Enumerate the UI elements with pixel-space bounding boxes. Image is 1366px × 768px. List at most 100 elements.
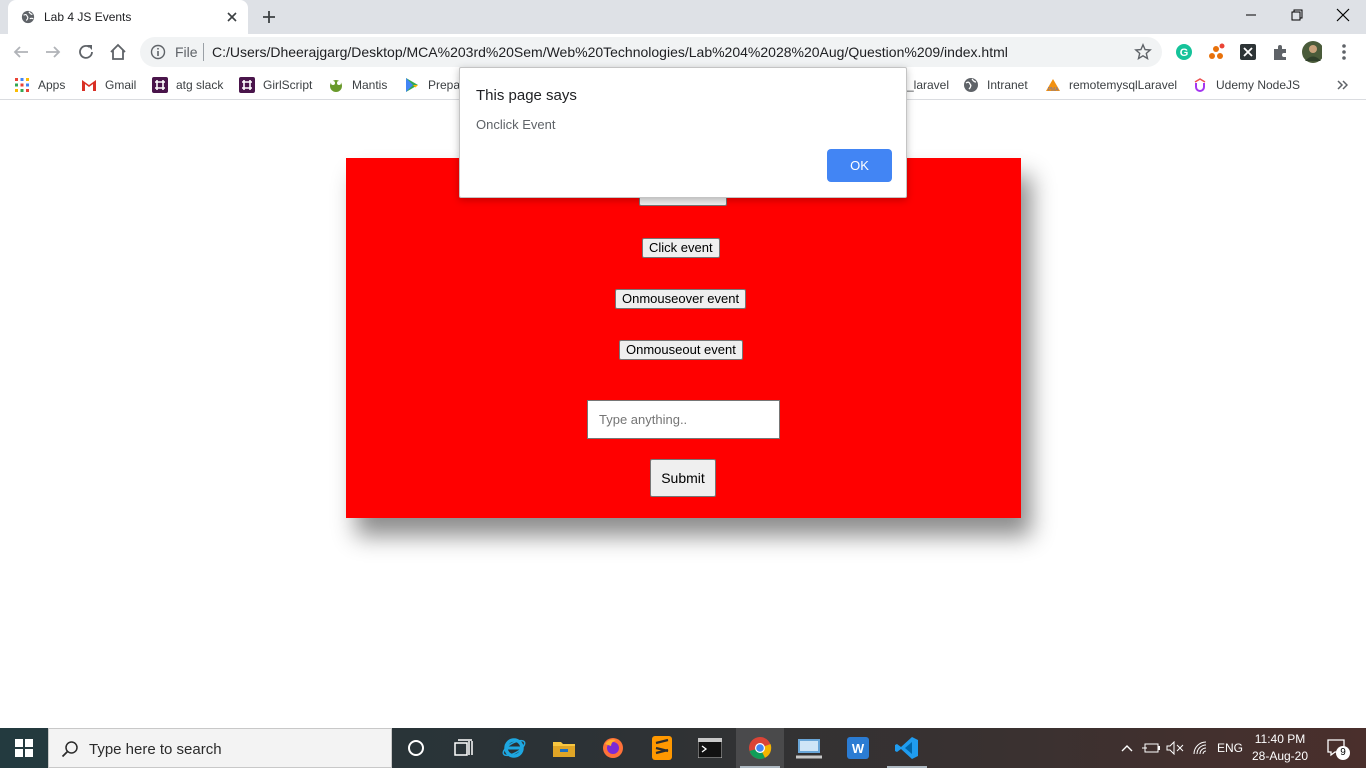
browser-tab[interactable]: Lab 4 JS Events xyxy=(8,0,248,34)
taskbar-search-box[interactable]: Type here to search xyxy=(48,728,392,768)
slack-icon xyxy=(239,77,255,93)
taskbar-chrome[interactable] xyxy=(736,728,784,768)
folder-icon xyxy=(553,742,575,757)
chevron-double-right-icon xyxy=(1337,80,1348,90)
gmail-icon xyxy=(82,80,96,91)
bookmark-girlscript[interactable]: GirlScript xyxy=(239,76,312,94)
address-separator xyxy=(203,43,204,61)
taskbar-sublime-text[interactable] xyxy=(638,728,686,768)
svg-text:W: W xyxy=(852,741,865,756)
bookmark-mantis[interactable]: Mantis xyxy=(328,76,387,94)
system-clock[interactable]: 11:40 PM 28-Aug-20 xyxy=(1246,731,1314,765)
menu-kebab-icon[interactable] xyxy=(1334,42,1354,62)
cortana-button[interactable] xyxy=(392,728,440,768)
battery-plug-icon xyxy=(1142,743,1160,753)
new-tab-icon[interactable] xyxy=(260,8,278,26)
search-placeholder: Type here to search xyxy=(89,741,222,758)
globe-icon xyxy=(21,10,35,24)
reload-icon[interactable] xyxy=(76,42,96,62)
close-window-button[interactable] xyxy=(1320,0,1366,30)
mantis-icon xyxy=(330,80,342,92)
onmouseover-event-button[interactable]: Onmouseover event xyxy=(615,289,747,309)
taskbar-vscode[interactable] xyxy=(883,728,931,768)
internet-explorer-icon xyxy=(502,738,526,758)
taskbar-terminal[interactable] xyxy=(686,728,734,768)
profile-avatar[interactable] xyxy=(1302,41,1322,63)
battery-status[interactable] xyxy=(1140,728,1162,768)
start-button[interactable] xyxy=(0,728,48,768)
svg-text:G: G xyxy=(1180,47,1189,59)
bookmark-laravel[interactable]: _laravel xyxy=(907,76,949,94)
bookmark-atg-slack[interactable]: atg slack xyxy=(152,76,223,94)
bookmark-star-icon[interactable] xyxy=(1134,43,1152,61)
back-arrow-icon[interactable] xyxy=(11,42,31,62)
close-icon xyxy=(1336,8,1350,22)
chevron-up-icon xyxy=(1121,745,1133,752)
globe-icon xyxy=(964,78,978,92)
share-extension-icon[interactable] xyxy=(1206,42,1226,62)
clock-date: 28-Aug-20 xyxy=(1251,749,1309,763)
tab-strip: Lab 4 JS Events xyxy=(0,0,1366,34)
onmouseout-event-button[interactable]: Onmouseout event xyxy=(619,340,743,360)
slack-icon xyxy=(152,77,168,93)
input-language[interactable]: ENG xyxy=(1214,728,1246,768)
bookmark-remotemysqllaravel[interactable]: PMA remotemysqlLaravel xyxy=(1045,76,1177,94)
bookmark-udemy-nodejs[interactable]: Udemy NodeJS xyxy=(1192,76,1300,94)
volume-control[interactable] xyxy=(1164,728,1186,768)
remote-desktop-icon xyxy=(796,739,822,759)
search-icon xyxy=(61,741,78,758)
show-hidden-icons[interactable] xyxy=(1118,728,1136,768)
grammarly-extension-icon[interactable]: G xyxy=(1174,42,1194,62)
bookmark-label: GirlScript xyxy=(263,78,313,92)
taskbar-remote-desktop[interactable] xyxy=(785,728,833,768)
bookmark-label: remotemysqlLaravel xyxy=(1069,78,1178,92)
phpmyadmin-icon: PMA xyxy=(1046,79,1060,93)
tab-title: Lab 4 JS Events xyxy=(44,10,132,24)
bookmark-label: Intranet xyxy=(987,78,1028,92)
taskbar-file-explorer[interactable] xyxy=(540,728,588,768)
info-icon[interactable] xyxy=(150,44,166,60)
taskbar-internet-explorer[interactable] xyxy=(490,728,538,768)
click-event-button[interactable]: Click event xyxy=(642,238,720,258)
minimize-button[interactable] xyxy=(1228,0,1274,30)
volume-muted-icon xyxy=(1166,741,1184,755)
dialog-message: Onclick Event xyxy=(476,117,556,132)
apps-grid-icon xyxy=(15,78,29,92)
close-tab-icon[interactable] xyxy=(224,9,240,25)
bookmark-label: Mantis xyxy=(352,78,388,92)
security-label: File xyxy=(175,44,198,60)
network-status[interactable] xyxy=(1190,728,1212,768)
sublime-text-icon xyxy=(652,736,672,760)
wifi-icon xyxy=(1193,741,1207,755)
text-input[interactable] xyxy=(587,400,780,439)
bookmark-label: Gmail xyxy=(105,78,137,92)
bookmark-prepa[interactable]: Prepa xyxy=(404,76,460,94)
play-icon xyxy=(406,78,418,92)
terminal-icon xyxy=(698,738,722,758)
url-text[interactable]: C:/Users/Dheerajgarg/Desktop/MCA%203rd%2… xyxy=(212,44,1008,60)
task-view-button[interactable] xyxy=(440,728,488,768)
taskbar-firefox[interactable] xyxy=(589,728,637,768)
bookmark-gmail[interactable]: Gmail xyxy=(81,76,136,94)
alert-dialog: This page says Onclick Event OK xyxy=(459,67,907,198)
address-bar[interactable]: File C:/Users/Dheerajgarg/Desktop/MCA%20… xyxy=(140,37,1162,67)
bookmark-label: Udemy NodeJS xyxy=(1216,78,1301,92)
forward-arrow-icon[interactable] xyxy=(43,42,63,62)
dialog-title: This page says xyxy=(476,87,577,104)
excel-extension-icon[interactable] xyxy=(1238,42,1258,62)
bookmark-label: Prepa xyxy=(428,78,461,92)
bookmark-label: atg slack xyxy=(176,78,224,92)
notification-badge: 9 xyxy=(1336,746,1350,760)
windows-logo-icon xyxy=(15,739,33,757)
home-icon[interactable] xyxy=(108,42,128,62)
extensions-puzzle-icon[interactable] xyxy=(1270,42,1290,62)
cortana-circle-icon xyxy=(408,740,424,756)
bookmark-intranet[interactable]: Intranet xyxy=(963,76,1028,94)
bookmark-apps[interactable]: Apps xyxy=(14,76,65,94)
restore-button[interactable] xyxy=(1274,0,1320,30)
taskbar-wps-writer[interactable]: W xyxy=(834,728,882,768)
dialog-ok-button[interactable]: OK xyxy=(827,149,892,182)
action-center[interactable]: 9 xyxy=(1322,728,1352,768)
bookmarks-overflow[interactable] xyxy=(1336,76,1348,94)
submit-button[interactable]: Submit xyxy=(650,459,716,497)
